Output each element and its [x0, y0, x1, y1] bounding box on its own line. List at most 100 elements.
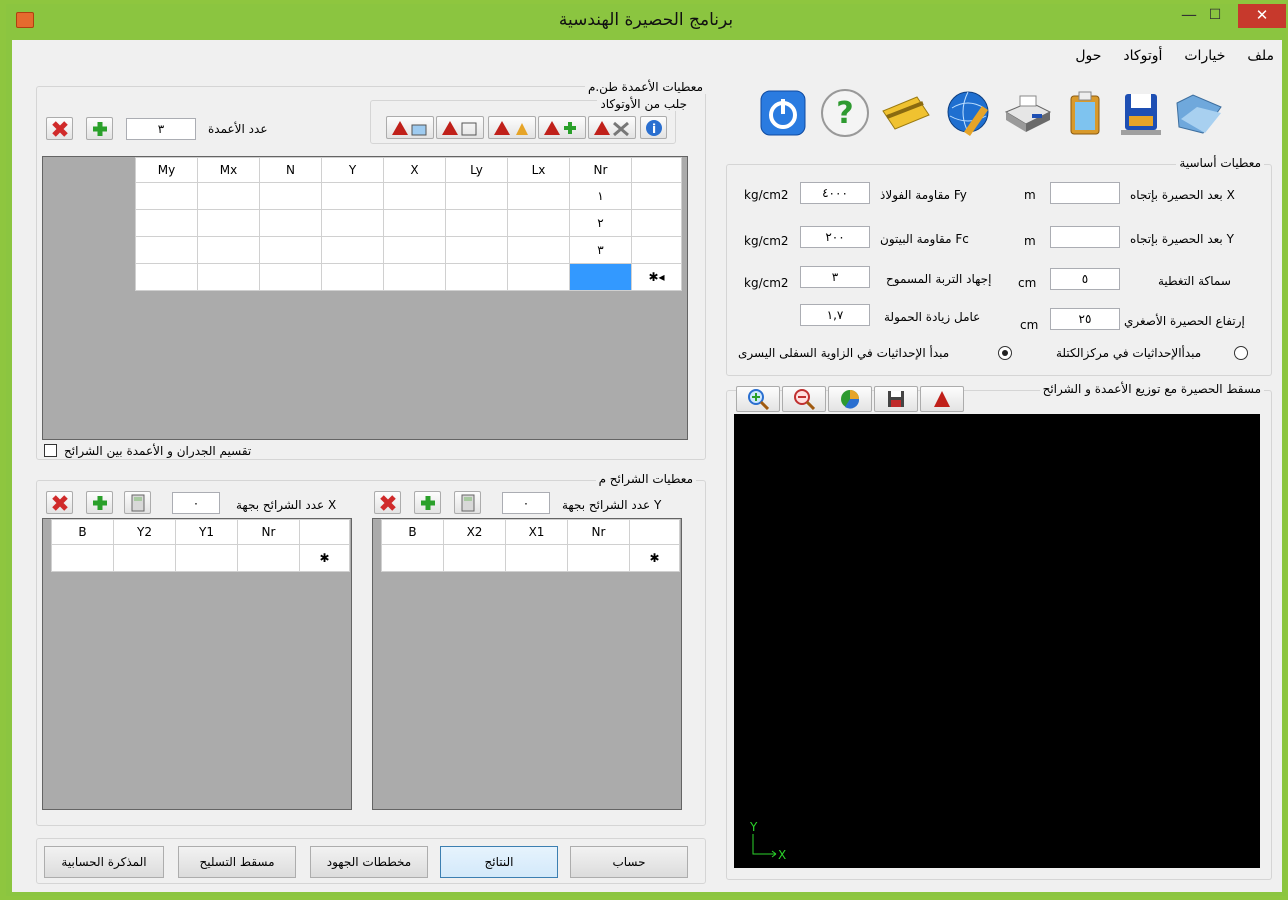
table-cell[interactable] — [445, 209, 508, 237]
strips-y-calc-button[interactable] — [454, 491, 481, 514]
menu-file[interactable]: ملف — [1247, 48, 1274, 68]
row-header[interactable] — [631, 236, 682, 264]
table-cell[interactable] — [383, 236, 446, 264]
reinforcement-plan-button[interactable]: مسقط التسليح — [178, 846, 296, 878]
table-cell[interactable] — [569, 263, 632, 291]
column-header[interactable]: X1 — [505, 519, 568, 545]
table-cell[interactable] — [51, 544, 114, 572]
table-cell[interactable] — [321, 236, 384, 264]
load-factor-input[interactable]: ١,٧ — [800, 304, 870, 326]
dim-x-input[interactable] — [1050, 182, 1120, 204]
printer-icon[interactable] — [1000, 86, 1054, 140]
menu-autocad[interactable]: أوتوكاد — [1123, 48, 1162, 68]
column-header[interactable]: Ly — [445, 157, 508, 183]
power-icon[interactable] — [756, 86, 810, 140]
columns-count-input[interactable]: ٣ — [126, 118, 196, 140]
table-cell[interactable]: ٢ — [569, 209, 632, 237]
table-cell[interactable] — [237, 544, 300, 572]
chart-view-button[interactable] — [828, 386, 872, 412]
soil-stress-input[interactable]: ٣ — [800, 266, 870, 288]
table-row[interactable]: ✱◂ — [135, 263, 682, 291]
strips-x-count-input[interactable]: ٠ — [172, 492, 220, 514]
zoom-out-button[interactable] — [782, 386, 826, 412]
row-header[interactable] — [631, 182, 682, 210]
export-autocad-button[interactable] — [920, 386, 964, 412]
table-cell[interactable] — [321, 263, 384, 291]
strips-y-delete-button[interactable] — [374, 491, 401, 514]
table-cell[interactable] — [321, 182, 384, 210]
plan-canvas[interactable]: Y X — [734, 414, 1260, 868]
calculate-button[interactable]: حساب — [570, 846, 688, 878]
table-cell[interactable] — [259, 263, 322, 291]
menu-about[interactable]: حول — [1075, 48, 1101, 68]
column-header[interactable]: Nr — [567, 519, 630, 545]
table-cell[interactable] — [135, 182, 198, 210]
minimize-button[interactable]: — — [1176, 4, 1202, 28]
column-header[interactable]: B — [381, 519, 444, 545]
table-cell[interactable] — [445, 263, 508, 291]
cover-input[interactable]: ٥ — [1050, 268, 1120, 290]
strips-y-count-input[interactable]: ٠ — [502, 492, 550, 514]
table-cell[interactable] — [507, 209, 570, 237]
column-header[interactable]: Y1 — [175, 519, 238, 545]
autocad-select-button[interactable] — [436, 116, 484, 139]
table-cell[interactable] — [113, 544, 176, 572]
table-cell[interactable] — [381, 544, 444, 572]
menu-options[interactable]: خيارات — [1184, 48, 1225, 68]
clipboard-icon[interactable] — [1058, 86, 1112, 140]
column-header[interactable]: Nr — [569, 157, 632, 183]
min-height-input[interactable]: ٢٥ — [1050, 308, 1120, 330]
table-cell[interactable] — [135, 236, 198, 264]
column-header[interactable]: X2 — [443, 519, 506, 545]
column-header[interactable]: N — [259, 157, 322, 183]
globe-edit-icon[interactable] — [942, 86, 996, 140]
table-row[interactable]: ✱ — [381, 544, 680, 572]
save-plan-button[interactable] — [874, 386, 918, 412]
table-cell[interactable] — [135, 263, 198, 291]
origin-corner-radio[interactable] — [998, 346, 1012, 360]
table-cell[interactable] — [259, 182, 322, 210]
table-cell[interactable] — [507, 263, 570, 291]
close-button[interactable]: ✕ — [1238, 4, 1286, 28]
column-header[interactable]: Y — [321, 157, 384, 183]
column-header[interactable]: B — [51, 519, 114, 545]
save-disk-icon[interactable] — [1114, 86, 1168, 140]
table-cell[interactable] — [445, 182, 508, 210]
strips-y-add-button[interactable] — [414, 491, 441, 514]
delete-column-button[interactable] — [46, 117, 73, 140]
autocad-edit-button[interactable] — [588, 116, 636, 139]
table-row[interactable]: ٢ — [135, 209, 682, 237]
table-cell[interactable]: ١ — [569, 182, 632, 210]
column-header[interactable]: Y2 — [113, 519, 176, 545]
table-row[interactable]: ١ — [135, 182, 682, 210]
column-header[interactable]: Nr — [237, 519, 300, 545]
table-cell[interactable] — [321, 209, 384, 237]
column-header[interactable]: Mx — [197, 157, 260, 183]
maximize-button[interactable]: ☐ — [1202, 4, 1228, 28]
table-cell[interactable] — [197, 209, 260, 237]
strips-x-calc-button[interactable] — [124, 491, 151, 514]
zoom-in-button[interactable] — [736, 386, 780, 412]
autocad-info-button[interactable]: i — [640, 116, 667, 139]
row-header[interactable]: ✱ — [629, 544, 680, 572]
table-cell[interactable]: ٣ — [569, 236, 632, 264]
row-header[interactable] — [631, 209, 682, 237]
force-diagrams-button[interactable]: مخططات الجهود — [310, 846, 428, 878]
strips-x-delete-button[interactable] — [46, 491, 73, 514]
table-cell[interactable] — [383, 263, 446, 291]
table-row[interactable]: ✱ — [51, 544, 350, 572]
fc-input[interactable]: ٢٠٠ — [800, 226, 870, 248]
strips-x-add-button[interactable] — [86, 491, 113, 514]
add-column-button[interactable] — [86, 117, 113, 140]
table-cell[interactable] — [197, 182, 260, 210]
table-cell[interactable] — [383, 182, 446, 210]
dim-y-input[interactable] — [1050, 226, 1120, 248]
table-cell[interactable] — [445, 236, 508, 264]
column-header[interactable]: My — [135, 157, 198, 183]
autocad-add-button[interactable] — [538, 116, 586, 139]
table-cell[interactable] — [505, 544, 568, 572]
row-header[interactable]: ✱ — [299, 544, 350, 572]
table-cell[interactable] — [135, 209, 198, 237]
table-cell[interactable] — [507, 182, 570, 210]
table-cell[interactable] — [567, 544, 630, 572]
